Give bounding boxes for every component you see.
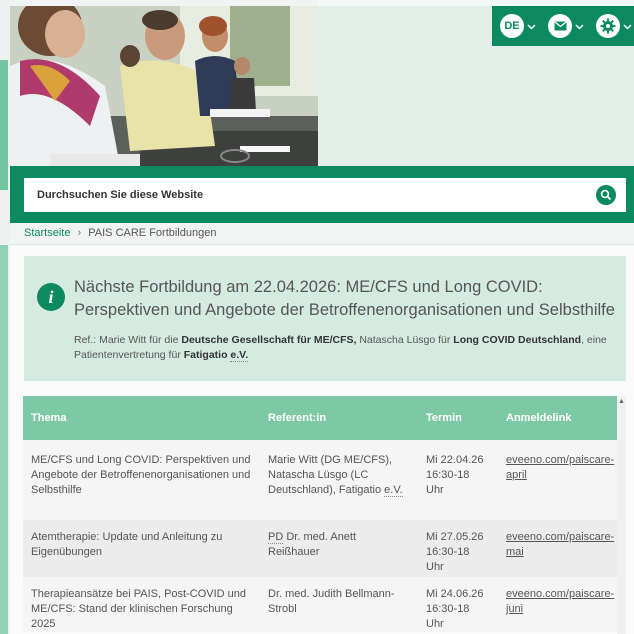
events-table: Thema Referent:in Termin Anmeldelink ME/…	[23, 396, 617, 632]
search-button[interactable]	[596, 185, 616, 205]
language-badge: DE	[500, 14, 524, 38]
column-header-anmeldelink: Anmeldelink	[498, 396, 617, 440]
termin-date: Mi 27.05.26	[426, 531, 484, 543]
registration-link[interactable]: eveeno.com/paiscare-juni	[506, 588, 614, 615]
column-header-thema: Thema	[23, 396, 260, 440]
contact-menu[interactable]	[548, 14, 584, 38]
abbreviation[interactable]: e.V.	[384, 484, 403, 497]
cell-anmeldelink: eveeno.com/paiscare-juni	[498, 577, 617, 632]
chevron-down-icon	[623, 19, 632, 33]
cell-thema: Atemtherapie: Update und Anleitung zu Ei…	[23, 520, 260, 577]
breadcrumb-home-link[interactable]: Startseite	[24, 227, 70, 239]
mail-icon	[548, 14, 572, 38]
column-header-referent: Referent:in	[260, 396, 418, 440]
cell-thema: ME/CFS und Long COVID: Perspektiven und …	[23, 440, 260, 520]
cell-referent: Dr. med. Judith Bellmann-Strobl	[260, 577, 418, 632]
ref-text: Ref.: Marie Witt für die	[74, 334, 182, 346]
events-table-wrapper: Thema Referent:in Termin Anmeldelink ME/…	[23, 396, 617, 632]
scroll-up-icon[interactable]: ▲	[617, 398, 626, 405]
ref-text: Natascha Lüsgo für	[356, 334, 454, 346]
search-input[interactable]	[35, 188, 579, 202]
top-toolbar: DE	[492, 6, 634, 46]
column-header-termin: Termin	[418, 396, 498, 440]
cell-termin: Mi 27.05.26 16:30-18 Uhr	[418, 520, 498, 577]
cell-thema: Therapieansätze bei PAIS, Post-COVID und…	[23, 577, 260, 632]
hero-image	[10, 6, 318, 166]
info-box: i Nächste Fortbildung am 22.04.2026: ME/…	[24, 256, 626, 381]
ref-organisation: Long COVID Deutschland	[453, 334, 582, 346]
gear-icon	[596, 14, 620, 38]
abbreviation[interactable]: e.V.	[230, 349, 249, 362]
info-icon: i	[37, 283, 65, 311]
abbreviation[interactable]: PD	[268, 531, 284, 544]
breadcrumb: Startseite › PAIS CARE Fortbildungen	[24, 227, 216, 239]
breadcrumb-separator: ›	[77, 227, 82, 239]
info-reference: Ref.: Marie Witt für die Deutsche Gesell…	[74, 333, 619, 363]
cell-referent: PD Dr. med. Anett Reißhauer	[260, 520, 418, 577]
ref-organisation: Deutsche Gesellschaft für ME/CFS,	[181, 334, 357, 346]
termin-time: 16:30-18 Uhr	[426, 469, 470, 496]
chevron-down-icon	[575, 19, 584, 33]
left-rail-accent	[0, 60, 8, 190]
seminar-photo	[10, 6, 318, 166]
termin-time: 16:30-18 Uhr	[426, 546, 470, 573]
table-row: Therapieansätze bei PAIS, Post-COVID und…	[23, 577, 617, 632]
termin-time: 16:30-18 Uhr	[426, 603, 470, 630]
search-icon	[600, 189, 612, 201]
cell-anmeldelink: eveeno.com/paiscare-april	[498, 440, 617, 520]
language-switcher[interactable]: DE	[500, 14, 536, 38]
table-row: ME/CFS und Long COVID: Perspektiven und …	[23, 440, 617, 520]
info-title: Nächste Fortbildung am 22.04.2026: ME/CF…	[74, 278, 615, 319]
left-rail-accent	[0, 245, 8, 634]
ref-organisation: Fatigatio	[183, 349, 231, 361]
cell-referent: Marie Witt (DG ME/CFS), Natascha Lüsgo (…	[260, 440, 418, 520]
cell-termin: Mi 24.06.26 16:30-18 Uhr	[418, 577, 498, 632]
termin-date: Mi 24.06.26	[426, 588, 484, 600]
chevron-down-icon	[527, 19, 536, 33]
registration-link[interactable]: eveeno.com/paiscare-mai	[506, 531, 614, 558]
table-scrollbar[interactable]: ▲	[617, 396, 626, 634]
registration-link[interactable]: eveeno.com/paiscare-april	[506, 454, 614, 481]
search-box	[24, 178, 626, 212]
table-header-row: Thema Referent:in Termin Anmeldelink	[23, 396, 617, 440]
cell-termin: Mi 22.04.26 16:30-18 Uhr	[418, 440, 498, 520]
cell-anmeldelink: eveeno.com/paiscare-mai	[498, 520, 617, 577]
breadcrumb-current: PAIS CARE Fortbildungen	[88, 227, 217, 239]
left-rail	[0, 0, 10, 634]
termin-date: Mi 22.04.26	[426, 454, 484, 466]
referent-text: Marie Witt (DG ME/CFS), Natascha Lüsgo (…	[268, 454, 393, 496]
settings-menu[interactable]	[596, 14, 632, 38]
table-row: Atemtherapie: Update und Anleitung zu Ei…	[23, 520, 617, 577]
